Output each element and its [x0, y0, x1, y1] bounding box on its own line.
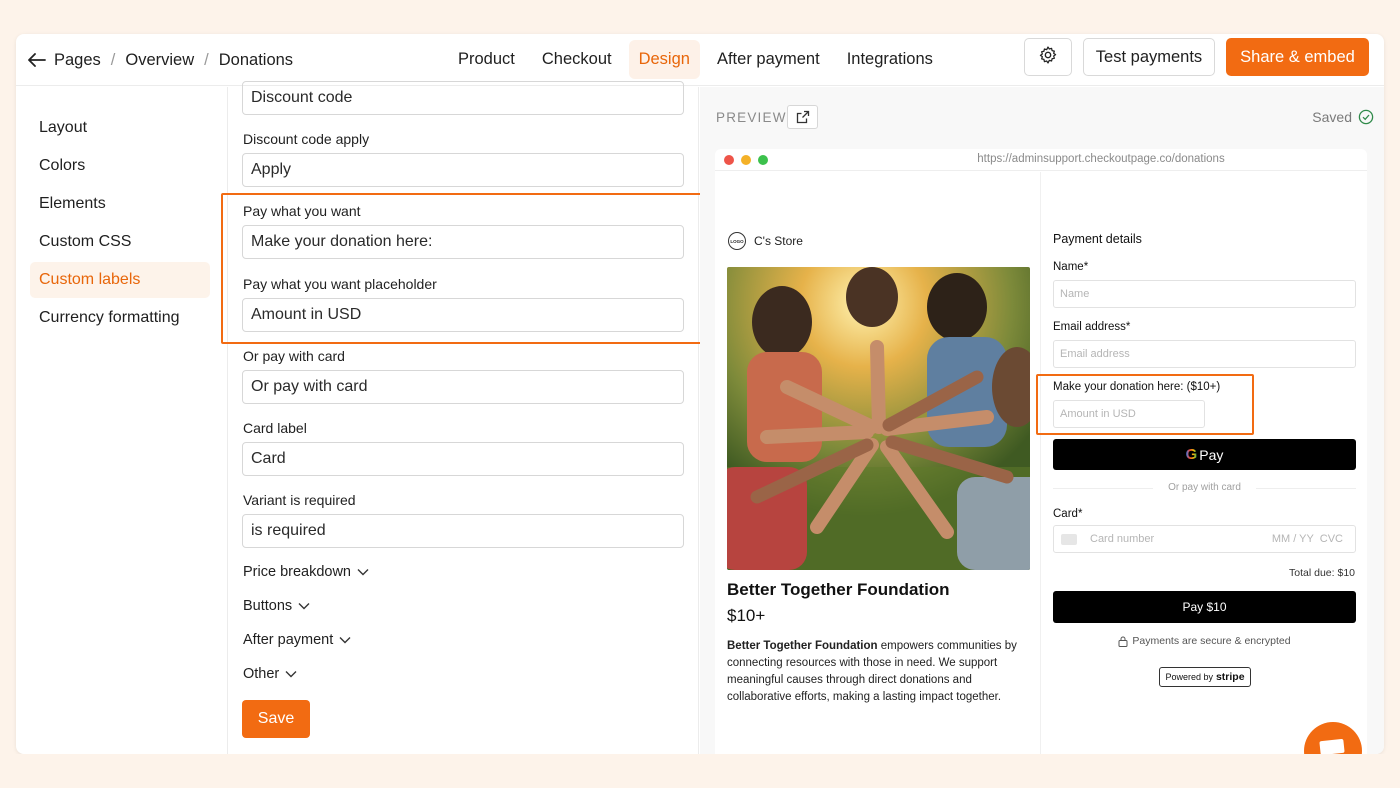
field-label: Variant is required [243, 492, 356, 508]
breadcrumb-overview[interactable]: Overview [125, 51, 194, 70]
save-button[interactable]: Save [242, 700, 310, 738]
total-due: Total due: $10 [1289, 567, 1355, 579]
tab-checkout[interactable]: Checkout [532, 40, 622, 79]
highlight-box-preview [1036, 374, 1254, 435]
stripe-logo: stripe [1215, 671, 1245, 683]
product-column: LOGO C's Store Better Together Foundatio… [715, 172, 1040, 754]
sidebar-item-custom-css[interactable]: Custom CSS [30, 224, 210, 260]
chevron-down-icon [357, 569, 369, 576]
card-label-input[interactable]: Card [242, 442, 684, 476]
product-title: Better Together Foundation [727, 580, 950, 599]
chevron-down-icon [298, 603, 310, 610]
product-image [727, 267, 1030, 570]
required-mark: * [1077, 508, 1083, 520]
google-g-icon: G [1185, 446, 1198, 463]
discount-apply-input[interactable]: Apply [242, 153, 684, 187]
google-pay-button[interactable]: G Pay [1053, 439, 1356, 470]
test-payments-button[interactable]: Test payments [1083, 38, 1215, 76]
collapsible-buttons[interactable]: Buttons [243, 598, 310, 614]
email-label-text: Email address [1053, 321, 1126, 333]
or-pay-with-card-input[interactable]: Or pay with card [242, 370, 684, 404]
required-mark: * [1125, 321, 1131, 333]
description-bold: Better Together Foundation [727, 640, 878, 652]
product-price: $10+ [727, 606, 766, 625]
name-input[interactable]: Name [1053, 280, 1356, 308]
browser-url: https://adminsupport.checkoutpage.co/don… [977, 153, 1225, 165]
store-logo: LOGO [728, 232, 746, 250]
collapsible-other[interactable]: Other [243, 666, 297, 682]
email-input[interactable]: Email address [1053, 340, 1356, 368]
breadcrumb-separator: / [110, 50, 116, 69]
card-label: Card* [1053, 508, 1082, 520]
store-header: LOGO C's Store [728, 232, 803, 250]
required-mark: * [1083, 261, 1089, 273]
external-link-icon [796, 110, 809, 124]
highlight-box-form [221, 193, 704, 344]
variant-required-input[interactable]: is required [242, 514, 684, 548]
store-name: C's Store [754, 234, 803, 248]
discount-code-input[interactable]: Discount code [242, 81, 684, 115]
payment-column: Payment details Name* Name Email address… [1040, 172, 1367, 754]
powered-by-text: Powered by [1165, 672, 1213, 682]
email-label: Email address* [1053, 321, 1130, 333]
main-tabs: Product Checkout Design After payment In… [448, 39, 950, 79]
collapsible-after-payment[interactable]: After payment [243, 632, 351, 648]
chat-icon [1319, 738, 1345, 756]
sidebar-item-custom-labels[interactable]: Custom labels [30, 262, 210, 298]
collapsible-label: Other [243, 666, 280, 682]
secure-note: Payments are secure & encrypted [1053, 635, 1356, 647]
sidebar-item-currency-formatting[interactable]: Currency formatting [30, 300, 210, 336]
browser-bar: https://adminsupport.checkoutpage.co/don… [715, 149, 1367, 171]
browser-mockup: https://adminsupport.checkoutpage.co/don… [715, 149, 1367, 754]
field-label: Card label [243, 420, 307, 436]
share-embed-button[interactable]: Share & embed [1226, 38, 1369, 76]
name-label: Name* [1053, 261, 1088, 273]
gear-icon [1038, 45, 1058, 70]
chevron-down-icon [339, 637, 351, 644]
secure-text: Payments are secure & encrypted [1132, 635, 1291, 647]
chevron-down-icon [285, 671, 297, 678]
tab-product[interactable]: Product [448, 40, 525, 79]
preview-label: PREVIEW [716, 110, 787, 125]
name-label-text: Name [1053, 261, 1084, 273]
top-header: Pages / Overview / Donations Product Che… [16, 34, 1384, 86]
credit-card-icon [1061, 533, 1077, 545]
custom-labels-form: Discount code Discount code apply Apply … [229, 81, 699, 754]
google-pay-label: Pay [1199, 446, 1224, 463]
product-description: Better Together Foundation empowers comm… [727, 638, 1032, 706]
sidebar-item-layout[interactable]: Layout [30, 110, 210, 146]
tab-integrations[interactable]: Integrations [837, 40, 943, 79]
settings-button[interactable] [1024, 38, 1072, 76]
powered-by-stripe-badge[interactable]: Powered by stripe [1159, 667, 1251, 687]
field-label: Discount code apply [243, 131, 370, 147]
card-number-placeholder: Card number [1090, 533, 1155, 545]
collapsible-label: Price breakdown [243, 564, 351, 580]
saved-text: Saved [1312, 109, 1352, 125]
collapsible-price-breakdown[interactable]: Price breakdown [243, 564, 369, 580]
tab-after-payment[interactable]: After payment [707, 40, 830, 79]
sidebar-item-elements[interactable]: Elements [30, 186, 210, 222]
lock-icon [1118, 636, 1128, 647]
breadcrumb: Pages / Overview / Donations [28, 47, 293, 73]
check-circle-icon [1358, 109, 1374, 125]
field-label: Or pay with card [243, 348, 345, 364]
breadcrumb-separator: / [204, 50, 209, 69]
or-pay-with-card-divider: Or pay with card [1053, 482, 1356, 493]
card-input[interactable]: Card number MM / YY CVC [1053, 525, 1356, 553]
collapsible-label: After payment [243, 632, 334, 648]
design-sidebar: Layout Colors Elements Custom CSS Custom… [16, 87, 228, 754]
card-label-text: Card [1053, 508, 1078, 520]
open-external-button[interactable] [787, 105, 818, 129]
back-arrow-icon[interactable] [28, 50, 50, 70]
pay-button[interactable]: Pay $10 [1053, 591, 1356, 623]
saved-status: Saved [1312, 109, 1374, 125]
collapsible-label: Buttons [243, 598, 293, 614]
breadcrumb-donations: Donations [218, 50, 294, 69]
page-background-bottom [0, 754, 1400, 788]
sidebar-item-colors[interactable]: Colors [30, 148, 210, 184]
payment-details-title: Payment details [1053, 232, 1142, 246]
tab-design[interactable]: Design [628, 39, 700, 79]
breadcrumb-pages[interactable]: Pages [54, 51, 101, 70]
card-exp-cvc-placeholder: MM / YY CVC [1271, 533, 1343, 545]
